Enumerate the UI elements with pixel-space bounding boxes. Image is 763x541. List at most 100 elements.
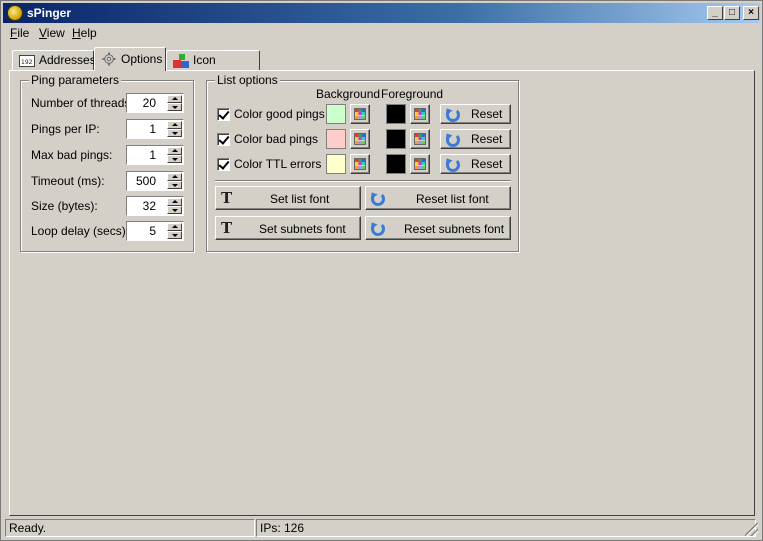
threads-input[interactable]: 20 xyxy=(128,95,166,111)
loop-delay-down-button[interactable] xyxy=(167,231,182,239)
timeout-down-button[interactable] xyxy=(167,181,182,189)
reset-icon xyxy=(371,192,385,206)
pings-per-ip-input[interactable]: 1 xyxy=(128,121,166,137)
pings-per-ip-down-button[interactable] xyxy=(167,129,182,137)
title-bar[interactable]: sPinger _ □ × xyxy=(3,3,760,23)
color-bad-pings-label: Color bad pings xyxy=(234,132,319,146)
svg-text:192: 192 xyxy=(21,59,33,66)
good-pings-reset-button[interactable]: Reset xyxy=(440,104,511,124)
size-down-button[interactable] xyxy=(167,206,182,214)
close-button[interactable]: × xyxy=(743,6,759,20)
max-bad-pings-input[interactable]: 1 xyxy=(128,147,166,163)
timeout-input[interactable]: 500 xyxy=(128,173,166,189)
shapes-icon xyxy=(173,54,189,68)
minimize-button[interactable]: _ xyxy=(707,6,723,20)
foreground-header: Foreground xyxy=(381,87,444,101)
tab-options-label: Options xyxy=(121,52,163,66)
bad-pings-foreground-picker-button[interactable] xyxy=(410,129,430,149)
reset-icon xyxy=(446,158,460,172)
ping-parameters-group: Ping parameters Number of threads: 20 Pi… xyxy=(20,73,194,252)
size-input[interactable]: 32 xyxy=(128,198,166,214)
menu-view[interactable]: View xyxy=(39,26,65,40)
ttl-errors-background-picker-button[interactable] xyxy=(350,154,370,174)
threads-up-button[interactable] xyxy=(167,95,182,103)
palette-icon xyxy=(414,108,426,120)
size-up-button[interactable] xyxy=(167,198,182,206)
pings-per-ip-spinner[interactable]: 1 xyxy=(126,119,184,139)
reset-list-font-button[interactable]: Reset list font xyxy=(365,186,511,210)
timeout-up-button[interactable] xyxy=(167,173,182,181)
tab-addresses[interactable]: 192 Addresses xyxy=(12,50,96,70)
good-pings-background-swatch xyxy=(326,104,346,124)
pings-per-ip-up-button[interactable] xyxy=(167,121,182,129)
set-subnets-font-button[interactable]: T Set subnets font xyxy=(215,216,361,240)
pings-per-ip-label: Pings per IP: xyxy=(31,122,100,136)
status-ip-count: IPs: 126 xyxy=(256,519,756,537)
gear-icon xyxy=(102,52,116,66)
reset-icon xyxy=(371,222,385,236)
palette-icon xyxy=(414,158,426,170)
ttl-errors-foreground-swatch xyxy=(386,154,406,174)
max-bad-pings-label: Max bad pings: xyxy=(31,148,113,162)
max-bad-pings-up-button[interactable] xyxy=(167,147,182,155)
loop-delay-up-button[interactable] xyxy=(167,223,182,231)
status-bar: Ready. IPs: 126 xyxy=(3,518,760,538)
timeout-spinner[interactable]: 500 xyxy=(126,171,184,191)
app-icon xyxy=(7,5,23,21)
color-ttl-errors-label: Color TTL errors xyxy=(234,157,322,171)
list-options-title: List options xyxy=(215,73,280,87)
background-header: Background xyxy=(316,87,381,101)
palette-icon xyxy=(414,133,426,145)
palette-icon xyxy=(354,133,366,145)
app-window: sPinger _ □ × File View Help 192 Address… xyxy=(0,0,763,541)
options-panel: Ping parameters Number of threads: 20 Pi… xyxy=(9,70,755,516)
tab-addresses-label: Addresses xyxy=(39,53,96,67)
palette-icon xyxy=(354,158,366,170)
bad-pings-background-picker-button[interactable] xyxy=(350,129,370,149)
bad-pings-background-swatch xyxy=(326,129,346,149)
window-title: sPinger xyxy=(27,6,72,20)
loop-delay-input[interactable]: 5 xyxy=(128,223,166,239)
menu-bar: File View Help xyxy=(3,24,760,43)
good-pings-foreground-picker-button[interactable] xyxy=(410,104,430,124)
font-icon: T xyxy=(221,189,233,207)
font-icon: T xyxy=(221,219,233,237)
size-spinner[interactable]: 32 xyxy=(126,196,184,216)
menu-file[interactable]: File xyxy=(10,26,29,40)
timeout-label: Timeout (ms): xyxy=(31,174,105,188)
bad-pings-reset-button[interactable]: Reset xyxy=(440,129,511,149)
separator xyxy=(215,180,511,182)
tab-icon-themes[interactable]: Icon Themes xyxy=(166,50,260,85)
color-bad-pings-checkbox[interactable] xyxy=(217,133,230,146)
reset-subnets-font-button[interactable]: Reset subnets font xyxy=(365,216,511,240)
list-options-group: List options Background Foreground Color… xyxy=(206,73,519,252)
bad-pings-foreground-swatch xyxy=(386,129,406,149)
maximize-button[interactable]: □ xyxy=(724,6,740,20)
status-message: Ready. xyxy=(5,519,255,537)
loop-delay-label: Loop delay (secs): xyxy=(31,224,130,238)
reset-icon xyxy=(446,108,460,122)
ttl-errors-background-swatch xyxy=(326,154,346,174)
ip-addresses-icon: 192 xyxy=(19,55,35,67)
color-good-pings-checkbox[interactable] xyxy=(217,108,230,121)
set-list-font-button[interactable]: T Set list font xyxy=(215,186,361,210)
max-bad-pings-spinner[interactable]: 1 xyxy=(126,145,184,165)
threads-down-button[interactable] xyxy=(167,103,182,111)
ttl-errors-foreground-picker-button[interactable] xyxy=(410,154,430,174)
resize-grip[interactable] xyxy=(745,523,758,536)
ttl-errors-reset-button[interactable]: Reset xyxy=(440,154,511,174)
tab-options[interactable]: Options xyxy=(94,47,166,71)
threads-label: Number of threads: xyxy=(31,96,134,110)
ping-parameters-title: Ping parameters xyxy=(29,73,122,87)
loop-delay-spinner[interactable]: 5 xyxy=(126,221,184,241)
good-pings-background-picker-button[interactable] xyxy=(350,104,370,124)
palette-icon xyxy=(354,108,366,120)
good-pings-foreground-swatch xyxy=(386,104,406,124)
color-ttl-errors-checkbox[interactable] xyxy=(217,158,230,171)
threads-spinner[interactable]: 20 xyxy=(126,93,184,113)
color-good-pings-label: Color good pings xyxy=(234,107,325,121)
max-bad-pings-down-button[interactable] xyxy=(167,155,182,163)
reset-icon xyxy=(446,133,460,147)
size-label: Size (bytes): xyxy=(31,199,98,213)
menu-help[interactable]: Help xyxy=(72,26,97,40)
